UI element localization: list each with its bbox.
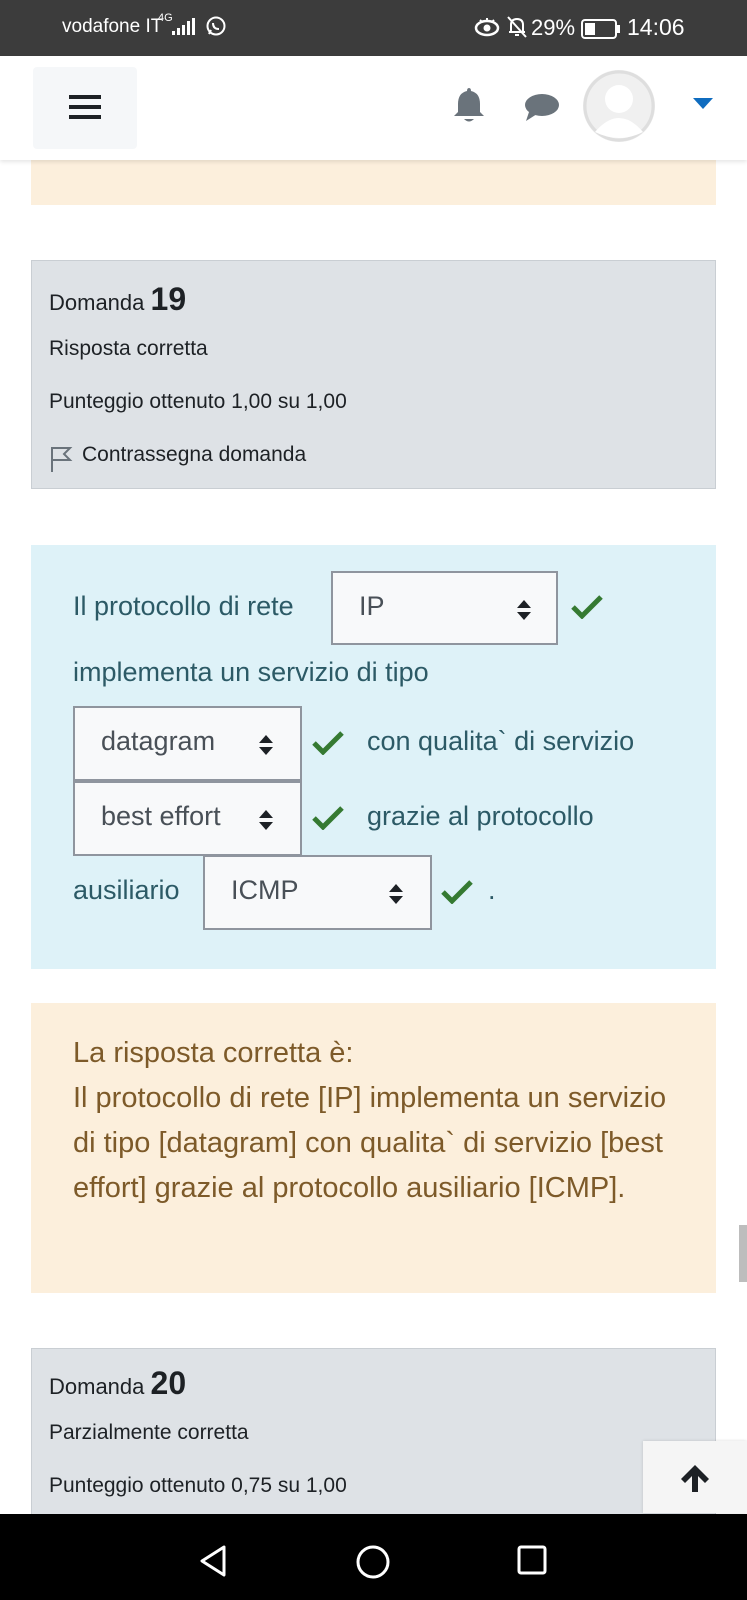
correct-answer-feedback: La risposta corretta è: Il protocollo di… [31, 1003, 716, 1293]
question-number-value: 20 [150, 1365, 187, 1401]
carrier-name: vodafone IT [62, 16, 163, 37]
messages-icon[interactable] [524, 92, 560, 122]
user-silhouette-icon [583, 70, 655, 142]
question-text-part4: grazie al protocollo [367, 801, 594, 831]
question-label: Domanda [49, 1374, 145, 1399]
question-info-20: Domanda 20 Parzialmente corretta Puntegg… [31, 1348, 716, 1515]
question-grade: Punteggio ottenuto 0,75 su 1,00 [49, 1474, 347, 1497]
question-info-19: Domanda 19 Risposta corretta Punteggio o… [31, 260, 716, 489]
select-service-type[interactable]: datagram [73, 706, 302, 781]
android-navigation-bar [0, 1514, 747, 1600]
question-state: Parzialmente corretta [49, 1421, 249, 1444]
question-number: Domanda 19 [49, 281, 186, 318]
select-quality-of-service-value: best effort [101, 801, 221, 831]
home-nav-icon[interactable] [355, 1544, 391, 1580]
caret-down-icon[interactable] [693, 98, 713, 110]
arrow-up-icon [681, 1465, 709, 1492]
bell-off-icon [507, 16, 527, 38]
feedback-body: Il protocollo di rete [IP] implementa un… [73, 1082, 667, 1204]
question-grade: Punteggio ottenuto 1,00 su 1,00 [49, 390, 347, 413]
question-number: Domanda 20 [49, 1365, 186, 1402]
question-text-period: . [488, 875, 496, 905]
select-auxiliary-protocol[interactable]: ICMP [203, 855, 432, 930]
question-number-value: 19 [150, 281, 187, 317]
check-icon [441, 880, 473, 904]
select-arrows-icon [389, 884, 403, 904]
select-service-type-value: datagram [101, 726, 216, 756]
hamburger-menu-button[interactable] [33, 67, 137, 149]
eye-icon [474, 18, 500, 37]
battery-percent: 29% [531, 15, 576, 40]
previous-feedback-box [31, 160, 716, 205]
clock: 14:06 [627, 14, 685, 40]
user-avatar[interactable] [583, 70, 655, 142]
question-text-part5: ausiliario [73, 875, 180, 905]
hamburger-menu-icon [69, 95, 101, 119]
recents-nav-icon[interactable] [516, 1544, 548, 1576]
select-protocol-value: IP [359, 591, 385, 621]
status-bar: vodafone IT 4G 29% 14:06 [0, 0, 747, 56]
network-type: 4G [158, 12, 173, 24]
question-text: Il protocollo di rete IP implementa un s… [31, 545, 716, 969]
scrollbar-thumb[interactable] [739, 1225, 747, 1282]
notification-bell-icon[interactable] [452, 86, 486, 124]
question-text-part3: con qualita` di servizio [367, 726, 635, 756]
select-protocol[interactable]: IP [331, 571, 558, 645]
flag-icon[interactable] [49, 445, 73, 473]
top-navbar [0, 56, 747, 160]
select-arrows-icon [517, 600, 531, 620]
select-arrows-icon [259, 810, 273, 830]
check-icon [312, 731, 344, 755]
feedback-heading: La risposta corretta è: [73, 1037, 354, 1069]
check-icon [312, 806, 344, 830]
check-icon [571, 595, 603, 619]
battery-icon [581, 19, 620, 39]
question-state: Risposta corretta [49, 337, 208, 360]
select-arrows-icon [259, 735, 273, 755]
question-text-part2: implementa un servizio di tipo [73, 657, 429, 687]
back-to-top-button[interactable] [643, 1441, 747, 1513]
signal-icon [172, 18, 195, 35]
select-auxiliary-protocol-value: ICMP [231, 875, 299, 905]
flag-question-link[interactable]: Contrassegna domanda [82, 443, 306, 467]
question-label: Domanda [49, 290, 145, 315]
question-text-part1: Il protocollo di rete [73, 591, 294, 621]
whatsapp-icon [206, 16, 226, 36]
select-quality-of-service[interactable]: best effort [73, 781, 302, 856]
back-nav-icon[interactable] [196, 1544, 230, 1578]
